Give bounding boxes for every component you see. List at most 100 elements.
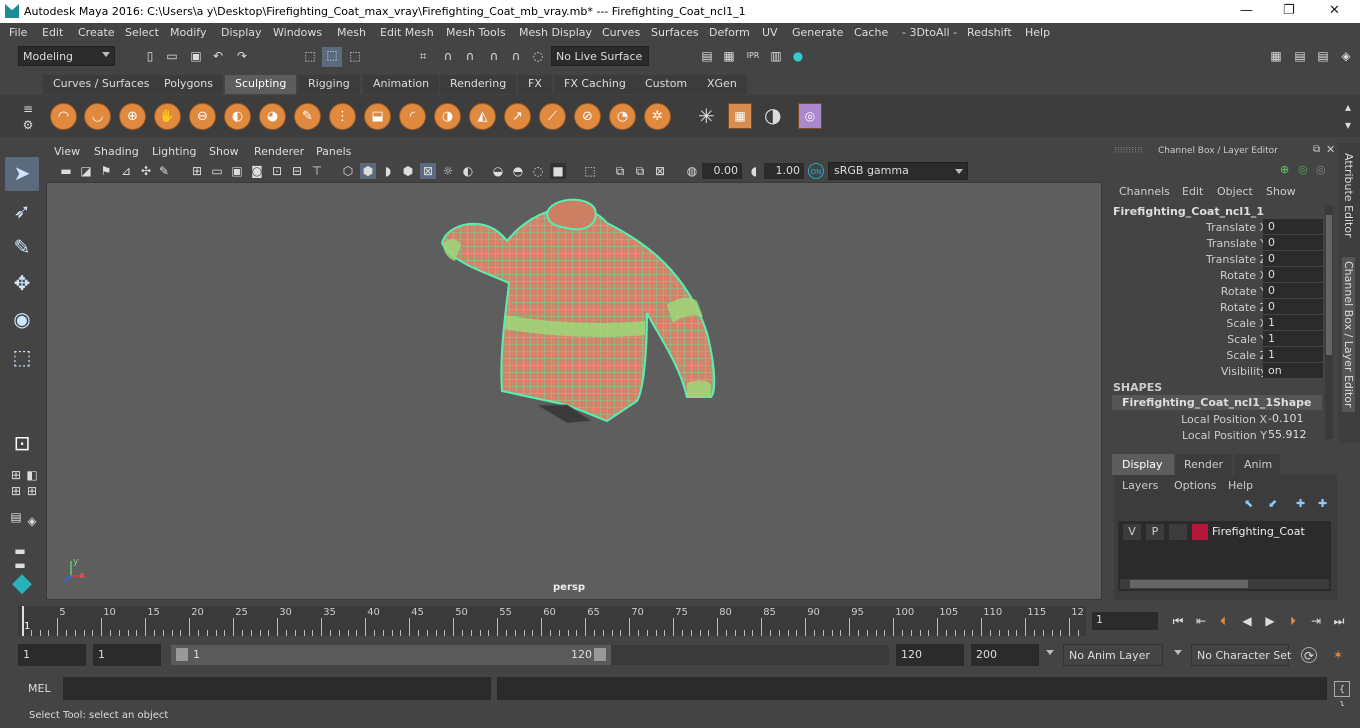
layer-tab-anim[interactable]: Anim — [1234, 454, 1280, 475]
channel-value[interactable]: 0 — [1263, 219, 1323, 234]
menu-redshift[interactable]: Redshift — [967, 26, 1012, 39]
repeat-tool-icon[interactable]: ⋮ — [329, 103, 356, 130]
select-component-icon[interactable]: ⬚ — [347, 48, 363, 64]
step-back-key-icon[interactable]: ⇤ — [1193, 613, 1209, 629]
freeze-tool-icon[interactable]: ✲ — [644, 103, 671, 130]
menu-create[interactable]: Create — [78, 26, 115, 39]
xray-icon[interactable]: ⧉ — [612, 163, 628, 179]
play-forwards-icon[interactable]: ▶ — [1262, 613, 1278, 629]
layer-tab-display[interactable]: Display — [1112, 454, 1174, 475]
coat-wireframe-model[interactable] — [47, 183, 1101, 599]
script-editor-icon[interactable]: { } — [1334, 681, 1350, 711]
mel-label[interactable]: MEL — [28, 682, 51, 695]
step-back-frame-icon[interactable]: ⏴ — [1215, 613, 1231, 629]
safe-title-icon[interactable]: ⊤ — [309, 163, 325, 179]
step-forward-frame-icon[interactable]: ⏵ — [1285, 613, 1301, 629]
menu-mesh-tools[interactable]: Mesh Tools — [446, 26, 506, 39]
channel-row[interactable]: Rotate Y0 — [1108, 283, 1333, 299]
spray-tool-icon[interactable]: ✎ — [294, 103, 321, 130]
move-tool-icon[interactable]: ✥ — [5, 267, 39, 301]
channel-value[interactable]: 1 — [1263, 331, 1323, 346]
multisample-aa-icon[interactable]: ◌ — [530, 163, 546, 179]
menu-help[interactable]: Help — [1025, 26, 1050, 39]
hyper-icon[interactable]: ◎ — [1316, 163, 1326, 176]
sculpt-settings-icon[interactable]: ▦ — [728, 103, 752, 129]
film-gate-icon[interactable]: ▭ — [209, 163, 225, 179]
channel-row[interactable]: Translate Z0 — [1108, 251, 1333, 267]
wax-tool-icon[interactable]: ◜ — [399, 103, 426, 130]
character-set-dropdown[interactable]: No Character Set — [1191, 644, 1291, 666]
shelf-tab-sculpting[interactable]: Sculpting — [225, 75, 297, 94]
four-view-layout-icon[interactable]: ⊞ — [8, 467, 24, 483]
shelf-tab-fx-caching[interactable]: FX Caching — [554, 75, 636, 94]
channel-row[interactable]: Local Position X -0.101 — [1108, 411, 1333, 427]
image-plane-icon[interactable]: ⊿ — [118, 163, 134, 179]
menu-windows[interactable]: Windows — [273, 26, 322, 39]
go-to-end-icon[interactable]: ⏭ — [1331, 613, 1347, 629]
new-scene-icon[interactable]: ▯ — [142, 48, 158, 64]
cb-menu-edit[interactable]: Edit — [1182, 185, 1203, 198]
gamma-field[interactable]: 1.00 — [764, 163, 804, 179]
channel-row[interactable]: Translate X0 — [1108, 219, 1333, 235]
isolate-select-icon[interactable]: ⬚ — [582, 163, 598, 179]
shelf-settings-icon[interactable]: ⚙ — [20, 117, 36, 133]
range-start-handle[interactable] — [176, 648, 188, 661]
current-time-indicator[interactable] — [22, 606, 24, 636]
motion-blur-icon[interactable]: ◓ — [510, 163, 526, 179]
shelf-tab-polygons[interactable]: Polygons — [154, 75, 223, 94]
scrape-tool-icon[interactable]: ◑ — [434, 103, 461, 130]
single-perspective-layout-icon[interactable]: ⊡ — [5, 427, 39, 461]
layer-playback-toggle[interactable]: P — [1146, 524, 1164, 540]
channel-value[interactable]: 1 — [1263, 347, 1323, 362]
channel-value[interactable]: 0 — [1263, 299, 1323, 314]
paint-select-tool-icon[interactable]: ✎ — [5, 231, 39, 265]
menu-file[interactable]: File — [9, 26, 27, 39]
shape-row[interactable]: Firefighting_Coat_ncl1_1Shape — [1112, 395, 1322, 410]
command-input[interactable] — [63, 677, 491, 700]
speed-icon[interactable]: ◎ — [1298, 163, 1308, 176]
rotate-tool-icon[interactable]: ◉ — [5, 303, 39, 337]
mask-icon[interactable]: ✳ — [698, 106, 715, 126]
channel-value[interactable]: 55.912 — [1263, 427, 1323, 442]
channel-row[interactable]: Scale Z1 — [1108, 347, 1333, 363]
exposure-icon[interactable]: ◍ — [684, 163, 700, 179]
time-ruler[interactable]: 5 10 15 20 25 30 35 40 45 50 55 60 65 70 75 80 85 90 95 100… — [18, 606, 1086, 636]
textured-icon[interactable]: ⊠ — [420, 163, 436, 179]
channel-value[interactable]: on — [1263, 363, 1323, 378]
anim-layer-dropdown[interactable]: No Anim Layer — [1063, 644, 1163, 666]
current-frame-field[interactable]: 1 — [1092, 612, 1158, 630]
channel-row[interactable]: Rotate Z0 — [1108, 299, 1333, 315]
shelf-scroll-down-icon[interactable]: ▾ — [1340, 117, 1356, 133]
persp-outliner-layout-icon[interactable]: ◧ — [24, 467, 40, 483]
menu-display[interactable]: Display — [221, 26, 262, 39]
channel-row[interactable]: Local Position Y 55.912 — [1108, 427, 1333, 443]
cb-menu-show[interactable]: Show — [1266, 185, 1296, 198]
sculpt-tool-icon[interactable]: ◠ — [50, 103, 77, 130]
animation-start-field[interactable]: 1 — [18, 644, 86, 666]
playback-start-field[interactable]: 1 — [93, 644, 161, 666]
channel-value[interactable]: 0 — [1263, 251, 1323, 266]
new-layer-selected-icon[interactable]: ✚ — [1318, 497, 1327, 510]
snap-point-icon[interactable]: ∩ — [462, 48, 478, 64]
animation-end-field[interactable]: 200 — [971, 644, 1039, 666]
select-hierarchy-icon[interactable]: ⬚ — [302, 48, 318, 64]
redo-icon[interactable]: ↷ — [234, 48, 250, 64]
fill-tool-icon[interactable]: ◭ — [469, 103, 496, 130]
layer-menu-layers[interactable]: Layers — [1122, 479, 1158, 492]
live-surface-field[interactable]: No Live Surface — [551, 46, 649, 66]
scrollbar-thumb[interactable] — [1130, 580, 1248, 588]
grab-tool-icon[interactable]: ✋ — [154, 103, 181, 130]
shelf-scroll-up-icon[interactable]: ▴ — [1340, 99, 1356, 115]
channel-value[interactable]: 1 — [1263, 315, 1323, 330]
range-end-handle[interactable] — [594, 648, 606, 661]
scrollbar-thumb[interactable] — [1326, 215, 1332, 355]
layer-menu-options[interactable]: Options — [1174, 479, 1216, 492]
menu-cache[interactable]: Cache — [854, 26, 888, 39]
float-panel-icon[interactable]: ⧉ — [1313, 144, 1320, 155]
amplify-tool-icon[interactable]: ◔ — [609, 103, 636, 130]
depth-of-field-icon[interactable]: ■ — [550, 163, 566, 179]
playback-end-field[interactable]: 120 — [896, 644, 964, 666]
side-tab-attribute-editor[interactable]: Attribute Editor — [1342, 153, 1355, 238]
snap-view-icon[interactable]: ∩ — [486, 48, 502, 64]
channel-value[interactable]: 0 — [1263, 267, 1323, 282]
